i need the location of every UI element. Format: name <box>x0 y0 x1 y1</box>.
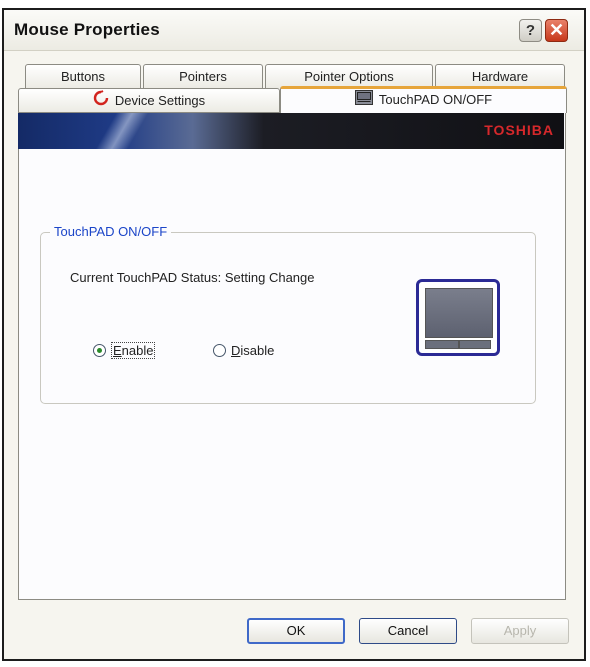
device-settings-icon <box>93 89 109 114</box>
touchpad-status-icon <box>416 279 500 356</box>
disable-radio-option[interactable]: Disable <box>213 341 274 359</box>
window-title: Mouse Properties <box>14 20 160 39</box>
tab-buttons[interactable]: Buttons <box>25 64 141 88</box>
tab-touchpad-onoff[interactable]: TouchPAD ON/OFF <box>280 86 567 113</box>
tab-touchpad-onoff-label: TouchPAD ON/OFF <box>378 92 493 107</box>
touchpad-status-text: Current TouchPAD Status: Setting Change <box>70 270 315 285</box>
toshiba-logo: TOSHIBA <box>484 122 554 138</box>
toshiba-banner: TOSHIBA <box>18 113 564 149</box>
tab-pointers[interactable]: Pointers <box>143 64 263 88</box>
disable-radio[interactable] <box>213 343 226 357</box>
enable-label: Enable <box>111 341 156 359</box>
close-button[interactable]: ✕ <box>545 19 568 42</box>
touchpad-left-button <box>425 340 459 349</box>
cancel-button[interactable]: Cancel <box>359 618 457 644</box>
tab-pointer-options[interactable]: Pointer Options <box>265 64 433 88</box>
touchpad-right-button <box>459 340 491 349</box>
tab-device-settings-label: Device Settings <box>114 93 206 108</box>
disable-label: Disable <box>231 342 275 358</box>
enable-radio-option[interactable]: Enable <box>93 341 156 359</box>
help-button[interactable]: ? <box>519 19 542 42</box>
title-bar[interactable]: Mouse Properties ? ✕ <box>4 10 584 51</box>
tab-hardware[interactable]: Hardware <box>435 64 565 88</box>
group-label: TouchPAD ON/OFF <box>50 224 172 239</box>
apply-button[interactable]: Apply <box>471 618 569 644</box>
ok-button[interactable]: OK <box>247 618 345 644</box>
banner-graphic <box>58 113 178 149</box>
touchpad-surface <box>425 288 493 338</box>
enable-radio[interactable] <box>93 343 106 357</box>
touchpad-icon <box>354 89 373 112</box>
tab-device-settings[interactable]: Device Settings <box>18 88 280 112</box>
